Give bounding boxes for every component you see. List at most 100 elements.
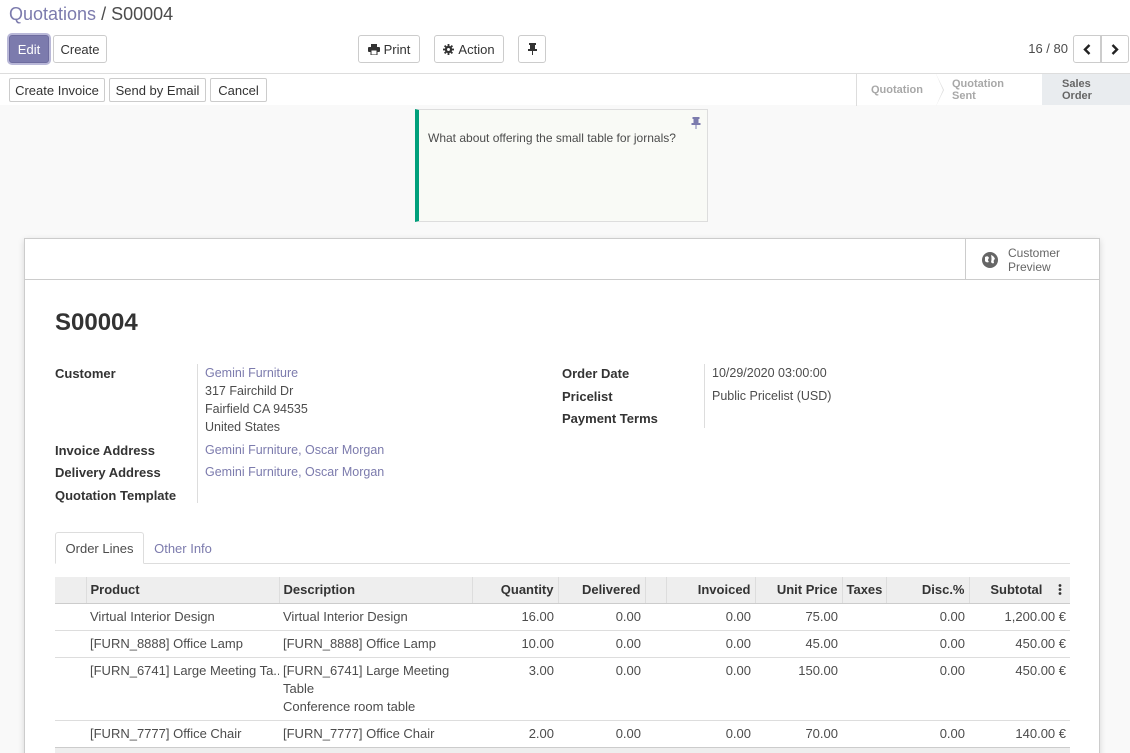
row-description-line: [FURN_6741] Large Meeting: [283, 662, 450, 678]
row-product: [FURN_6741] Large Meeting Ta...: [86, 656, 279, 720]
row-description-line: Table: [283, 680, 315, 696]
table-row[interactable]: [FURN_6741] Large Meeting Ta... [FURN_67…: [55, 656, 1070, 720]
pinned-note[interactable]: What about offering the small table for …: [415, 109, 708, 222]
create-button[interactable]: Create: [53, 35, 107, 63]
pager-next-button[interactable]: [1101, 35, 1129, 63]
row-description-line: Conference room table: [283, 698, 416, 714]
column-header-description[interactable]: Description: [278, 577, 472, 604]
customer-name-link[interactable]: Gemini Furniture: [205, 366, 298, 380]
field-divider: [704, 364, 705, 428]
column-header-taxes[interactable]: Taxes: [841, 577, 886, 604]
row-invoiced: 0.00: [666, 719, 755, 747]
payment-terms-label: Payment Terms: [562, 411, 658, 426]
print-button[interactable]: Print: [358, 35, 420, 63]
invoice-address-label: Invoice Address: [55, 443, 155, 458]
row-description: [FURN_7777] Office Chair: [279, 719, 472, 747]
row-discount: 0.00: [886, 719, 969, 747]
edit-button[interactable]: Edit: [9, 35, 49, 63]
customer-preview-button[interactable]: Customer Preview: [965, 239, 1099, 280]
breadcrumb-separator: /: [96, 4, 112, 24]
stage-quotation[interactable]: Quotation: [857, 74, 944, 106]
notebook-tabs: Order Lines Other Info: [55, 532, 1070, 564]
breadcrumb: Quotations / S00004: [9, 4, 173, 25]
row-description: Virtual Interior Design: [279, 602, 472, 630]
row-product: [FURN_8888] Office Lamp: [86, 629, 279, 657]
preview-label-line1: Customer: [1008, 245, 1061, 260]
row-discount: 0.00: [886, 656, 969, 720]
row-product: [FURN_7777] Office Chair: [86, 719, 279, 747]
subtotal-header-label: Subtotal: [990, 582, 1043, 598]
pager-value[interactable]: 16 / 80: [1028, 41, 1068, 56]
handle-column-header: [55, 577, 86, 604]
breadcrumb-current: S00004: [111, 4, 174, 24]
row-product: Virtual Interior Design: [86, 602, 279, 630]
stage-quotation-sent[interactable]: Quotation Sent: [936, 74, 1042, 105]
row-handle: [55, 629, 86, 657]
row-blank: [645, 629, 666, 657]
column-header-discount[interactable]: Disc.%: [885, 577, 969, 604]
column-header-quantity[interactable]: Quantity: [471, 577, 558, 604]
row-handle: [55, 719, 86, 747]
form-sheet: Customer Preview S00004 Customer Gemini …: [24, 238, 1100, 753]
order-date-value: 10/29/2020 03:00:00: [712, 366, 827, 380]
column-header-delivered[interactable]: Delivered: [557, 577, 645, 604]
breadcrumb-quotations-link[interactable]: Quotations: [9, 4, 96, 24]
invoice-address-link[interactable]: Gemini Furniture, Oscar Morgan: [205, 443, 384, 457]
row-handle: [55, 602, 86, 630]
row-taxes: [842, 719, 886, 747]
send-by-email-button[interactable]: Send by Email: [109, 78, 206, 102]
row-subtotal: 140.00 €: [969, 719, 1070, 747]
row-quantity: 10.00: [472, 629, 558, 657]
row-taxes: [842, 629, 886, 657]
row-unit-price: 75.00: [755, 602, 842, 630]
customer-address-line2: Fairfield CA 94535: [205, 402, 308, 416]
table-row[interactable]: Virtual Interior Design Virtual Interior…: [55, 602, 1070, 630]
column-header-product[interactable]: Product: [85, 577, 279, 604]
pin-icon: [527, 43, 537, 55]
row-subtotal: 1,200.00 €: [969, 602, 1070, 630]
column-header-blank: [644, 577, 666, 604]
tab-order-lines[interactable]: Order Lines: [55, 532, 144, 564]
optional-columns-icon[interactable]: [1054, 584, 1066, 596]
quotation-template-label: Quotation Template: [55, 488, 177, 503]
column-header-unit-price[interactable]: Unit Price: [754, 577, 842, 604]
stage-sales-order[interactable]: Sales Order: [1042, 74, 1130, 105]
chevron-right-icon: [1111, 43, 1119, 55]
column-header-subtotal[interactable]: Subtotal: [968, 577, 1070, 604]
print-label: Print: [383, 41, 411, 57]
pin-icon[interactable]: [691, 117, 701, 129]
statusbar: Create Invoice Send by Email Cancel Quot…: [0, 73, 1130, 106]
table-footer: [55, 746, 1070, 753]
order-lines-table: Product Description Quantity Delivered I…: [55, 577, 1070, 753]
table-row[interactable]: [FURN_8888] Office Lamp [FURN_8888] Offi…: [55, 629, 1070, 657]
globe-icon: [982, 251, 998, 268]
pager-previous-button[interactable]: [1073, 35, 1101, 63]
row-unit-price: 150.00: [755, 656, 842, 720]
row-blank: [645, 602, 666, 630]
cancel-button[interactable]: Cancel: [210, 78, 267, 102]
row-discount: 0.00: [886, 629, 969, 657]
row-discount: 0.00: [886, 602, 969, 630]
row-blank: [645, 719, 666, 747]
row-description: [FURN_8888] Office Lamp: [279, 629, 472, 657]
row-quantity: 3.00: [472, 656, 558, 720]
row-unit-price: 70.00: [755, 719, 842, 747]
row-invoiced: 0.00: [666, 629, 755, 657]
row-description: [FURN_6741] Large Meeting Table Conferen…: [279, 656, 472, 720]
action-label: Action: [458, 41, 495, 57]
customer-label: Customer: [55, 366, 116, 381]
pin-button[interactable]: [518, 35, 546, 63]
table-row[interactable]: [FURN_7777] Office Chair [FURN_7777] Off…: [55, 719, 1070, 747]
row-subtotal: 450.00 €: [969, 656, 1070, 720]
row-delivered: 0.00: [558, 719, 645, 747]
row-handle: [55, 656, 86, 720]
delivery-address-link[interactable]: Gemini Furniture, Oscar Morgan: [205, 465, 384, 479]
tab-other-info[interactable]: Other Info: [145, 532, 221, 564]
row-delivered: 0.00: [558, 629, 645, 657]
chevron-left-icon: [1083, 43, 1091, 55]
row-taxes: [842, 656, 886, 720]
action-button[interactable]: Action: [434, 35, 504, 63]
create-invoice-button[interactable]: Create Invoice: [9, 78, 105, 102]
stage-quotation-label: Quotation: [871, 83, 923, 96]
column-header-invoiced[interactable]: Invoiced: [665, 577, 755, 604]
